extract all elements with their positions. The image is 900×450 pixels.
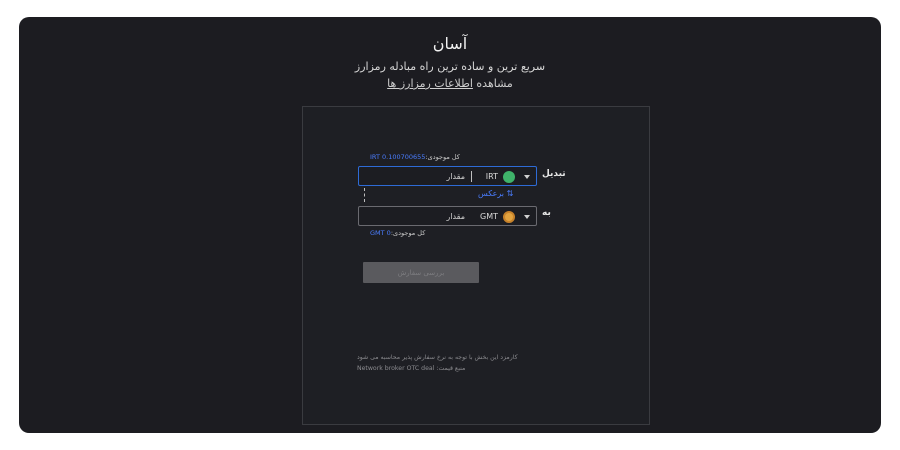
swap-button[interactable]: ⇅ برعکس — [478, 189, 513, 198]
from-balance-value[interactable]: IRT 0.100700655 — [370, 153, 425, 161]
chevron-down-icon — [524, 214, 530, 219]
from-label: تبدیل — [542, 169, 566, 179]
irt-coin-icon — [503, 170, 515, 183]
review-order-button[interactable]: بررسی سفارش — [363, 262, 479, 283]
from-currency-code: IRT — [485, 172, 498, 181]
from-currency-select[interactable]: IRT — [486, 170, 530, 183]
to-label: به — [542, 208, 551, 218]
to-balance-value[interactable]: GMT 0 — [370, 229, 391, 237]
gmt-coin-icon — [503, 210, 515, 223]
from-amount-input[interactable] — [365, 169, 465, 183]
page-title: آسان — [432, 34, 468, 53]
to-balance: کل موجودی:GMT 0 — [370, 229, 425, 237]
to-balance-label: کل موجودی: — [390, 229, 426, 237]
to-currency-select[interactable]: GMT — [480, 210, 530, 223]
info-prefix: مشاهده — [476, 77, 513, 90]
to-currency-code: GMT — [480, 212, 498, 221]
page-subtitle: سریع ترین و ساده ترین راه مبادله رمزارز — [354, 60, 546, 73]
price-source-note: Network broker OTC deal :منبع قیمت — [357, 365, 466, 372]
info-line: مشاهده اطلاعات رمزارز ها — [0, 77, 900, 90]
from-balance-label: کل موجودی: — [425, 153, 460, 161]
from-field: IRT — [358, 166, 537, 186]
text-caret — [471, 171, 472, 182]
to-amount-input[interactable] — [365, 209, 465, 223]
connector-line — [364, 188, 365, 202]
from-balance: کل موجودی:IRT 0.100700655 — [370, 153, 460, 161]
chevron-down-icon — [524, 174, 530, 179]
crypto-info-link[interactable]: اطلاعات رمزارز ها — [387, 77, 473, 90]
fee-note: کارمزد این بخش با توجه به نرخ سفارش پذیر… — [357, 354, 518, 361]
to-field: GMT — [358, 206, 537, 226]
